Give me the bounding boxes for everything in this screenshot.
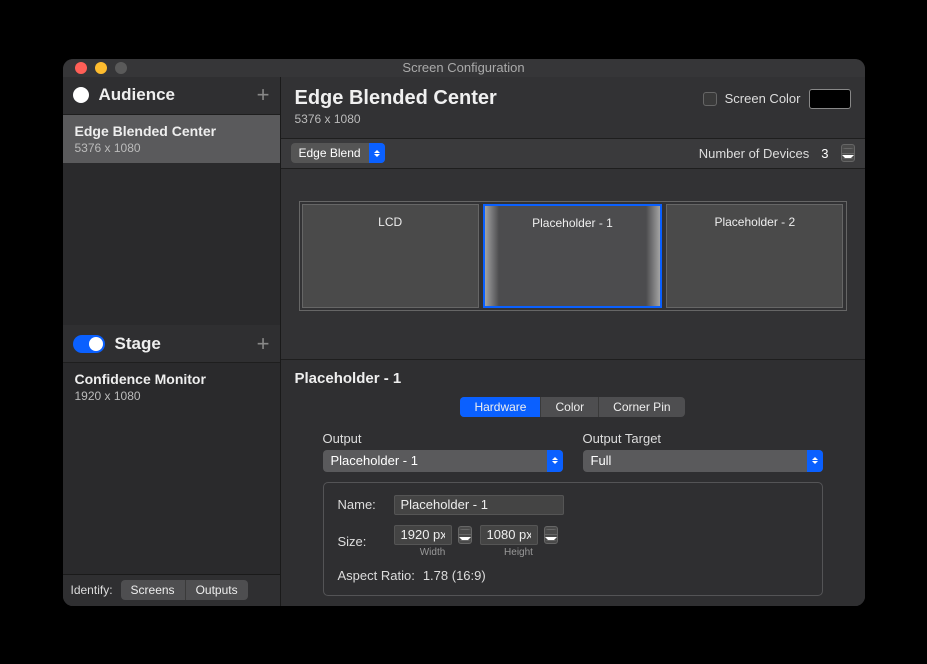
minimize-icon[interactable] <box>95 62 107 74</box>
num-devices-value: 3 <box>821 146 828 161</box>
main-header: Edge Blended Center 5376 x 1080 Screen C… <box>281 77 865 139</box>
app-window: Screen Configuration Audience + Edge Ble… <box>63 59 865 606</box>
output-col: Output Placeholder - 1 <box>323 431 563 472</box>
display-placeholder-2[interactable]: Placeholder - 2 <box>666 204 843 308</box>
close-icon[interactable] <box>75 62 87 74</box>
tabs-segment: Hardware Color Corner Pin <box>460 397 684 417</box>
toolbar: Edge Blend Number of Devices 3 <box>281 139 865 169</box>
width-stepper[interactable] <box>458 526 472 544</box>
stage-section-header: Stage + <box>63 325 280 363</box>
sidebar: Audience + Edge Blended Center 5376 x 10… <box>63 77 281 606</box>
identify-bar: Identify: Screens Outputs <box>63 574 280 606</box>
size-row: Size: Width <box>338 525 808 558</box>
name-label: Name: <box>338 497 386 512</box>
blend-edge-right-icon <box>646 206 660 306</box>
output-label: Output <box>323 431 563 446</box>
width-caption: Width <box>420 547 446 558</box>
window-title: Screen Configuration <box>63 60 865 75</box>
screen-color-well[interactable] <box>809 89 851 109</box>
width-col: Width <box>394 525 472 558</box>
audience-item-dim: 5376 x 1080 <box>75 141 268 155</box>
audience-section-header: Audience + <box>63 77 280 115</box>
output-select[interactable]: Placeholder - 1 <box>323 450 563 472</box>
properties-tabs: Hardware Color Corner Pin <box>295 397 851 417</box>
num-devices-stepper[interactable] <box>841 144 855 162</box>
select-arrows-icon <box>547 450 563 472</box>
add-stage-button[interactable]: + <box>257 331 270 357</box>
display-label: Placeholder - 1 <box>532 216 613 230</box>
height-col: Height <box>480 525 558 558</box>
width-input[interactable] <box>394 525 452 545</box>
properties-title: Placeholder - 1 <box>295 370 851 387</box>
height-stepper[interactable] <box>544 526 558 544</box>
identify-segment: Screens Outputs <box>121 580 248 600</box>
stage-list: Confidence Monitor 1920 x 1080 <box>63 363 280 574</box>
blend-edge-left-icon <box>485 206 499 306</box>
output-value: Placeholder - 1 <box>323 453 547 468</box>
select-arrows-icon <box>369 143 385 163</box>
page-subtitle: 5376 x 1080 <box>295 112 703 126</box>
header-right: Screen Color <box>703 89 851 109</box>
display-row: LCD Placeholder - 1 Placeholder - 2 <box>299 201 847 311</box>
main-panel: Edge Blended Center 5376 x 1080 Screen C… <box>281 77 865 606</box>
display-lcd[interactable]: LCD <box>302 204 479 308</box>
blend-mode-value: Edge Blend <box>291 146 369 160</box>
output-row: Output Placeholder - 1 Output Target Ful… <box>295 431 851 472</box>
zoom-icon <box>115 62 127 74</box>
size-label: Size: <box>338 534 386 549</box>
chevron-up-icon[interactable] <box>842 145 854 154</box>
audience-item-name: Edge Blended Center <box>75 123 268 139</box>
display-placeholder-1[interactable]: Placeholder - 1 <box>483 204 662 308</box>
display-canvas: LCD Placeholder - 1 Placeholder - 2 <box>281 169 865 359</box>
page-title: Edge Blended Center <box>295 87 703 110</box>
aspect-value: 1.78 (16:9) <box>423 568 486 583</box>
display-label: Placeholder - 2 <box>714 215 795 229</box>
stage-item-name: Confidence Monitor <box>75 371 268 387</box>
tab-hardware[interactable]: Hardware <box>460 397 540 417</box>
screen-color-checkbox[interactable] <box>703 92 717 106</box>
stage-item[interactable]: Confidence Monitor 1920 x 1080 <box>63 363 280 411</box>
display-label: LCD <box>378 215 402 229</box>
identify-label: Identify: <box>71 583 113 597</box>
audience-label: Audience <box>99 85 257 105</box>
properties-panel: Placeholder - 1 Hardware Color Corner Pi… <box>281 359 865 606</box>
name-row: Name: <box>338 495 808 515</box>
output-target-value: Full <box>583 453 807 468</box>
titlebar: Screen Configuration <box>63 59 865 77</box>
tab-corner-pin[interactable]: Corner Pin <box>598 397 684 417</box>
detail-box: Name: Size: Width <box>323 482 823 596</box>
chevron-down-icon[interactable] <box>842 154 854 162</box>
blend-mode-select[interactable]: Edge Blend <box>291 143 385 163</box>
num-devices-label: Number of Devices <box>699 146 810 161</box>
name-input[interactable] <box>394 495 564 515</box>
output-target-label: Output Target <box>583 431 823 446</box>
audience-item[interactable]: Edge Blended Center 5376 x 1080 <box>63 115 280 163</box>
aspect-label: Aspect Ratio: <box>338 568 415 583</box>
stage-label: Stage <box>115 334 257 354</box>
identify-outputs-button[interactable]: Outputs <box>185 580 248 600</box>
header-left: Edge Blended Center 5376 x 1080 <box>295 87 703 126</box>
audience-list: Edge Blended Center 5376 x 1080 <box>63 115 280 326</box>
body: Audience + Edge Blended Center 5376 x 10… <box>63 77 865 606</box>
height-caption: Height <box>504 547 533 558</box>
height-input[interactable] <box>480 525 538 545</box>
audience-indicator-icon <box>73 87 89 103</box>
output-target-col: Output Target Full <box>583 431 823 472</box>
tab-color[interactable]: Color <box>540 397 598 417</box>
stage-item-dim: 1920 x 1080 <box>75 389 268 403</box>
window-controls <box>75 62 127 74</box>
output-target-select[interactable]: Full <box>583 450 823 472</box>
stage-toggle[interactable] <box>73 335 105 353</box>
identify-screens-button[interactable]: Screens <box>121 580 185 600</box>
aspect-row: Aspect Ratio: 1.78 (16:9) <box>338 568 808 583</box>
add-audience-button[interactable]: + <box>257 82 270 108</box>
screen-color-label: Screen Color <box>725 91 801 106</box>
select-arrows-icon <box>807 450 823 472</box>
